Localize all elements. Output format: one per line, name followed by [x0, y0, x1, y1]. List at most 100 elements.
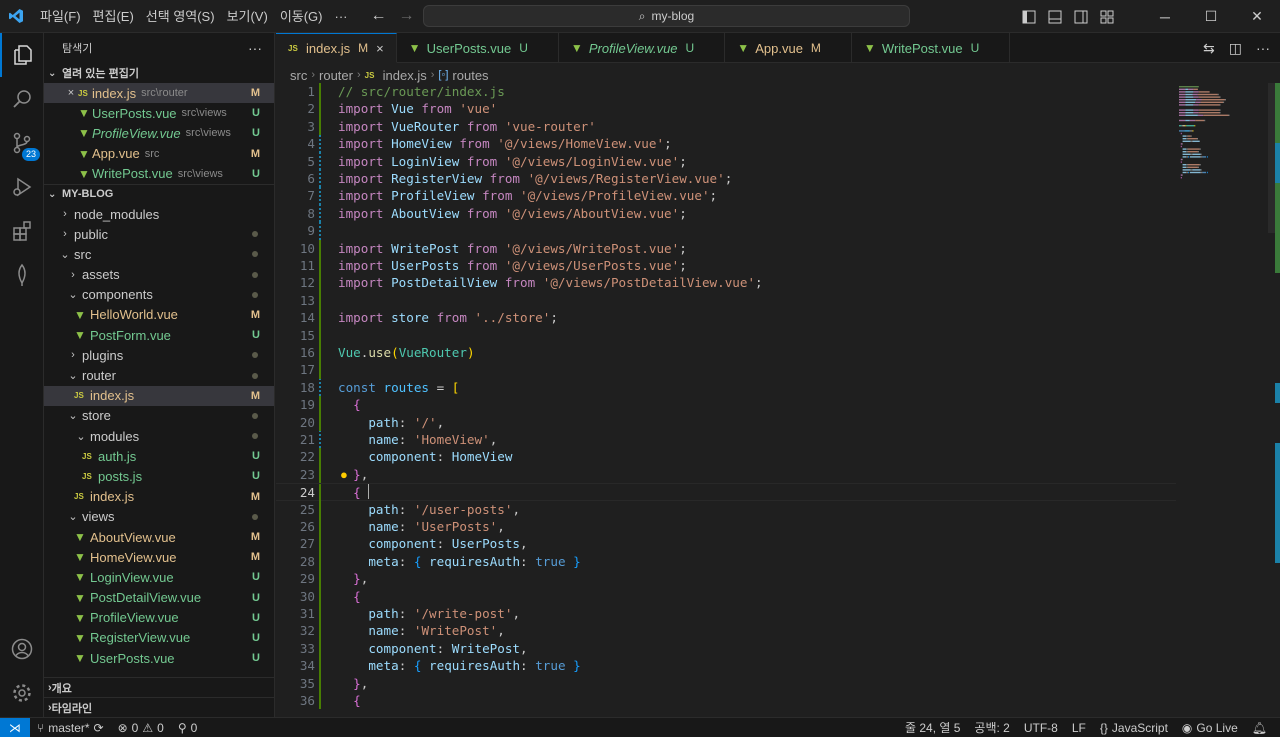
folder-item[interactable]: ⌄ components: [44, 285, 274, 305]
mongodb-leaf-icon[interactable]: [0, 253, 44, 297]
extensions-icon[interactable]: [0, 209, 44, 253]
close-tab-icon[interactable]: ×: [376, 41, 384, 56]
account-icon[interactable]: [0, 627, 44, 671]
chevron-down-icon: ⌄: [68, 511, 78, 524]
indentation[interactable]: 공백: 2: [967, 719, 1016, 736]
minimap[interactable]: [1176, 83, 1268, 717]
menu-item[interactable]: ···: [329, 0, 354, 33]
editor-tab[interactable]: ▼ ProfileView.vue U: [559, 33, 726, 63]
chevron-down-icon: ⌄: [48, 188, 57, 200]
file-item[interactable]: JS auth.js U: [44, 446, 274, 466]
settings-gear-icon[interactable]: [0, 671, 44, 715]
file-item[interactable]: ▼ ProfileView.vue U: [44, 608, 274, 628]
editor-tab[interactable]: ▼ WritePost.vue U: [852, 33, 1011, 63]
run-debug-icon[interactable]: [0, 165, 44, 209]
notifications-icon[interactable]: 🔔︎: [1245, 721, 1274, 735]
more-actions-icon[interactable]: ···: [248, 40, 262, 56]
end-of-line[interactable]: LF: [1065, 721, 1093, 735]
editor-scrollbar[interactable]: [1268, 83, 1280, 717]
editor-tab[interactable]: ▼ App.vue M: [725, 33, 852, 63]
open-editor-item[interactable]: × JS index.js src\router M: [44, 83, 274, 104]
back-arrow-icon[interactable]: ←: [368, 7, 390, 25]
open-editor-item[interactable]: ▼ WritePost.vue src\views U: [44, 164, 274, 184]
folder-item[interactable]: › public: [44, 224, 274, 244]
maximize-icon[interactable]: ☐: [1188, 8, 1234, 25]
file-item[interactable]: JS index.js M: [44, 385, 274, 406]
file-item[interactable]: ▼ RegisterView.vue U: [44, 628, 274, 648]
close-icon[interactable]: ×: [64, 87, 78, 99]
open-editor-item[interactable]: ▼ ProfileView.vue src\views U: [44, 123, 274, 143]
timeline-section[interactable]: › 타임라인: [44, 697, 274, 717]
remote-indicator-icon[interactable]: ⋊: [0, 717, 30, 737]
breadcrumb-item[interactable]: routes: [452, 68, 488, 83]
code-token: HomeView: [391, 136, 452, 152]
file-item[interactable]: JS posts.js U: [44, 466, 274, 486]
open-editor-item[interactable]: ▼ UserPosts.vue src\views U: [44, 103, 274, 123]
compare-changes-icon[interactable]: ⇆: [1203, 40, 1215, 57]
toggle-primary-sidebar-icon[interactable]: [1016, 10, 1042, 24]
gutter-modified-marker: [319, 135, 321, 153]
lightbulb-icon[interactable]: ●: [340, 467, 348, 482]
minimap-token: [1179, 101, 1186, 103]
minimize-icon[interactable]: ─: [1142, 9, 1188, 25]
command-center-search[interactable]: ⌕ my-blog: [423, 5, 910, 27]
file-name: index.js: [90, 388, 135, 404]
file-item[interactable]: ▼ PostDetailView.vue U: [44, 588, 274, 608]
git-status-badge: M: [358, 41, 369, 55]
minimap-token: [1185, 96, 1194, 98]
file-item[interactable]: JS index.js M: [44, 487, 274, 507]
menu-item[interactable]: 선택 영역(S): [140, 0, 221, 33]
ports-indicator[interactable]: ⚲ 0: [171, 721, 204, 735]
toggle-panel-icon[interactable]: [1042, 10, 1068, 24]
branch-indicator[interactable]: ⑂ master* ⟳: [30, 721, 111, 735]
code-token: ,: [360, 466, 369, 482]
open-editor-item[interactable]: ▼ App.vue src M: [44, 144, 274, 164]
search-sidebar-icon[interactable]: [0, 77, 44, 121]
cursor-position[interactable]: 줄 24, 열 5: [898, 719, 967, 736]
more-actions-icon[interactable]: ···: [1256, 40, 1270, 56]
outline-section[interactable]: › 개요: [44, 677, 274, 697]
split-editor-icon[interactable]: ◫: [1229, 40, 1242, 57]
encoding[interactable]: UTF-8: [1017, 721, 1065, 735]
code-text: import AboutView from '@/views/AboutView…: [338, 205, 687, 222]
explorer-icon[interactable]: [0, 33, 44, 77]
breadcrumb-item[interactable]: index.js: [383, 68, 427, 83]
file-item[interactable]: ▼ HelloWorld.vue M: [44, 305, 274, 325]
menu-item[interactable]: 보기(V): [221, 0, 274, 33]
code-editor[interactable]: 1 // src/router/index.js 2 import Vue from …: [276, 83, 1176, 717]
go-live-button[interactable]: ◉ Go Live: [1175, 721, 1245, 735]
folder-item[interactable]: › plugins: [44, 345, 274, 365]
breadcrumb-item[interactable]: src: [290, 68, 307, 83]
folder-item[interactable]: › node_modules: [44, 204, 274, 224]
editor-tab[interactable]: ▼ UserPosts.vue U: [397, 33, 559, 63]
customize-layout-icon[interactable]: [1094, 10, 1120, 24]
file-item[interactable]: ▼ AboutView.vue M: [44, 527, 274, 547]
close-window-icon[interactable]: ✕: [1234, 8, 1280, 25]
breadcrumb-item[interactable]: router: [319, 68, 353, 83]
toggle-secondary-sidebar-icon[interactable]: [1068, 10, 1094, 24]
menu-item[interactable]: 이동(G): [274, 0, 329, 33]
forward-arrow-icon[interactable]: →: [396, 7, 418, 25]
folder-item[interactable]: ⌄ modules: [44, 426, 274, 446]
folder-item[interactable]: ⌄ router: [44, 365, 274, 385]
folder-item[interactable]: ⌄ store: [44, 406, 274, 426]
minimap-token: [1185, 112, 1194, 114]
problems-indicator[interactable]: ⊗ 0 ⚠ 0: [111, 721, 171, 735]
file-item[interactable]: ▼ PostForm.vue U: [44, 325, 274, 345]
folder-item[interactable]: › assets: [44, 265, 274, 285]
language-label: JavaScript: [1111, 720, 1168, 735]
language-mode[interactable]: {} JavaScript: [1093, 721, 1175, 735]
file-item[interactable]: ▼ UserPosts.vue U: [44, 648, 274, 668]
editor-tab[interactable]: JS index.js M ×: [276, 33, 397, 63]
file-item[interactable]: ▼ HomeView.vue M: [44, 547, 274, 567]
minimap-token: [1190, 169, 1193, 171]
folder-item[interactable]: ⌄ views: [44, 507, 274, 527]
project-section[interactable]: ⌄ MY-BLOG: [44, 183, 274, 204]
folder-item[interactable]: ⌄ src: [44, 244, 274, 264]
source-control-icon[interactable]: 23: [0, 121, 44, 165]
menu-item[interactable]: 파일(F): [34, 0, 87, 33]
menu-item[interactable]: 편집(E): [87, 0, 140, 33]
file-item[interactable]: ▼ LoginView.vue U: [44, 567, 274, 587]
open-editors-section[interactable]: ⌄ 열려 있는 편집기: [44, 63, 274, 83]
